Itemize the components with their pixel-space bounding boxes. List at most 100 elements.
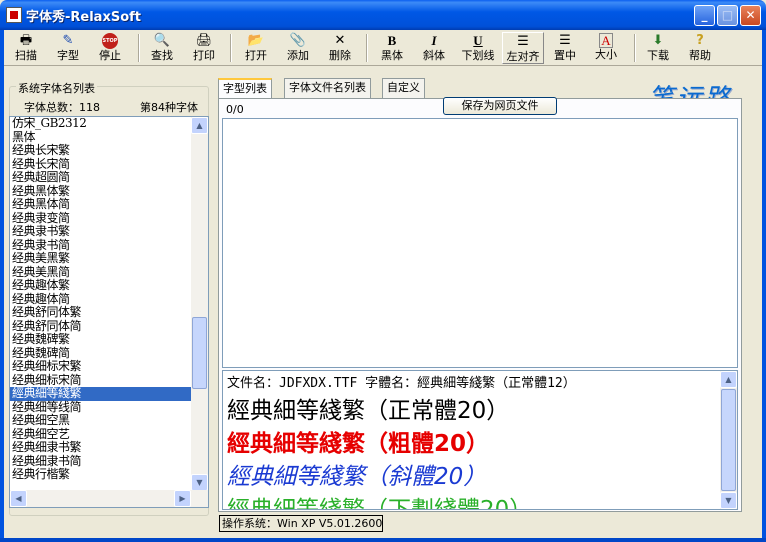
stop-button[interactable]: STOP 停止 [92,32,128,64]
font-position-label: 第84种字体 [140,101,198,114]
page-counter: 0/0 [226,103,244,116]
preview-bold: 經典細等綫繁（粗體20） [227,431,490,457]
scroll-up-arrow-icon[interactable]: ▲ [720,371,737,388]
size-button[interactable]: A 大小 [588,32,624,64]
font-list-item[interactable]: 经典细空黑 [10,414,192,428]
preview-normal: 經典細等綫繁（正常體20） [227,398,510,424]
font-list-item[interactable]: 经典趣体繁 [10,279,192,293]
window-frame-left [0,30,4,542]
font-count-label: 字体总数：118 [24,101,100,114]
toolbar-separator [230,34,232,62]
toolbar-separator [366,34,368,62]
app-icon [6,7,22,23]
font-list-item[interactable]: 经典舒同体简 [10,319,192,334]
scroll-up-arrow-icon[interactable]: ▲ [191,117,208,134]
italic-button[interactable]: I 斜体 [416,32,452,64]
font-list-item[interactable]: 经典隶变简 [10,211,192,226]
close-button[interactable]: ✕ [740,5,761,26]
toolbar-separator [138,34,140,62]
align-left-button[interactable]: ☰ 左对齐 [502,32,544,64]
tab-font-list[interactable]: 字型列表 [218,78,272,99]
font-list-item[interactable]: 经典隶书繁 [10,225,192,239]
font-preview-area[interactable]: 文件名：JDFXDX.TTF 字體名：經典細等綫繁（正常體12） 經典細等綫繁（… [222,370,738,510]
font-list-items: 仿宋_GB2312 黑体 经典长宋繁 经典长宋简 经典超圆简 经典黑体繁 经典黑体简 经典隶变… [10,117,192,491]
print-button[interactable]: 🖨 打印 [186,32,222,64]
font-size-icon: A [599,33,613,48]
font-list-item[interactable]: 经典魏碑繁 [10,333,192,347]
stop-icon: STOP [102,33,118,49]
font-list-item[interactable]: 经典行楷繁 [10,468,192,482]
scanner-icon: 🖶 [19,33,33,48]
tab-font-filename-list[interactable]: 字体文件名列表 [284,78,371,98]
printer-icon: 🖨 [195,33,213,48]
font-list-item[interactable]: 经典舒同体繁 [10,306,192,320]
font-list-item[interactable]: 经典细空艺 [10,427,192,442]
scroll-thumb[interactable] [192,317,207,389]
preview-underline: 經典細等綫繁（下劃綫體20） [227,497,533,510]
window-frame-bottom [0,538,766,542]
font-list-item[interactable]: 经典黑体繁 [10,184,192,199]
add-button[interactable]: 📎 添加 [280,32,316,64]
save-as-webpage-button[interactable]: 保存为网页文件 [443,97,557,115]
vertical-scrollbar[interactable]: ▲ ▼ [191,117,208,491]
horizontal-scrollbar[interactable]: ◀ ▶ [10,490,208,507]
group-title: 系统字体名列表 [16,80,97,96]
font-list-item[interactable]: 黑体 [10,130,192,145]
font-list-item[interactable]: 经典细隶书简 [10,454,192,469]
font-list-item[interactable]: 经典细等线简 [10,400,192,415]
delete-x-icon: ✕ [334,33,346,48]
paperclip-icon: 📎 [289,33,307,48]
preview-vertical-scrollbar[interactable]: ▲ ▼ [720,371,737,509]
align-center-icon: ☰ [559,33,571,48]
scan-button[interactable]: 🖶 扫描 [8,32,44,64]
delete-button[interactable]: ✕ 删除 [322,32,358,64]
scroll-thumb[interactable] [721,389,736,491]
font-grid-area[interactable] [222,118,738,368]
bold-button[interactable]: B 黑体 [374,32,410,64]
download-icon: ⬇ [652,33,664,48]
folder-open-icon: 📂 [247,33,265,48]
center-button[interactable]: ☰ 置中 [546,32,584,64]
title-bar: 字体秀-RelaxSoft _ □ ✕ [0,0,766,30]
italic-icon: I [431,33,437,48]
font-list-item[interactable]: 经典长宋繁 [10,144,192,158]
font-list-item[interactable]: 经典趣体简 [10,292,192,307]
font-list-item[interactable]: 经典魏碑简 [10,346,192,361]
window-frame-right [762,30,766,542]
help-button[interactable]: ? 帮助 [682,32,718,64]
underline-button[interactable]: U 下划线 [458,32,498,64]
font-list-item[interactable]: 仿宋_GB2312 [10,117,192,131]
font-list-item[interactable]: 经典细标宋繁 [10,360,192,374]
font-list-item[interactable]: 经典美黑繁 [10,252,192,266]
font-listbox[interactable]: 仿宋_GB2312 黑体 经典长宋繁 经典长宋简 经典超圆简 经典黑体繁 经典黑体简 经典隶变… [9,116,209,508]
toolbar-separator [634,34,636,62]
tab-custom[interactable]: 自定义 [382,78,425,98]
font-list-item[interactable]: 经典细标宋简 [10,373,192,388]
bold-icon: B [387,33,397,48]
find-button[interactable]: 🔍 查找 [144,32,180,64]
font-list-item[interactable]: 经典超圆简 [10,171,192,185]
font-list-item[interactable]: 经典长宋简 [10,157,192,172]
scroll-down-arrow-icon[interactable]: ▼ [191,474,208,491]
preview-italic: 經典細等綫繁（斜體20） [227,464,487,490]
open-button[interactable]: 📂 打开 [238,32,274,64]
download-button[interactable]: ⬇ 下载 [640,32,676,64]
status-bar-os: 操作系统：Win XP V5.01.2600 [219,515,383,532]
maximize-button[interactable]: □ [717,5,738,26]
font-type-button[interactable]: ✎ 字型 [50,32,86,64]
underline-icon: U [473,33,483,48]
font-list-item[interactable]: 经典细隶书繁 [10,441,192,455]
font-list-item[interactable]: 經典細等綫繁 [10,387,192,401]
toolbar: 🖶 扫描 ✎ 字型 STOP 停止 🔍 查找 🖨 打印 📂 打开 📎 添加 ✕ … [4,30,762,66]
font-list-item[interactable]: 经典隶书简 [10,238,192,253]
font-type-icon: ✎ [62,33,74,48]
font-list-item[interactable]: 经典黑体简 [10,198,192,212]
preview-info: 文件名：JDFXDX.TTF 字體名：經典細等綫繁（正常體12） [227,376,576,391]
font-list-item[interactable]: 经典美黑简 [10,265,192,280]
window-title: 字体秀-RelaxSoft [26,10,142,25]
scroll-right-arrow-icon[interactable]: ▶ [174,490,191,507]
scroll-down-arrow-icon[interactable]: ▼ [720,492,737,509]
find-icon: 🔍 [153,33,171,48]
minimize-button[interactable]: _ [694,5,715,26]
scroll-left-arrow-icon[interactable]: ◀ [10,490,27,507]
